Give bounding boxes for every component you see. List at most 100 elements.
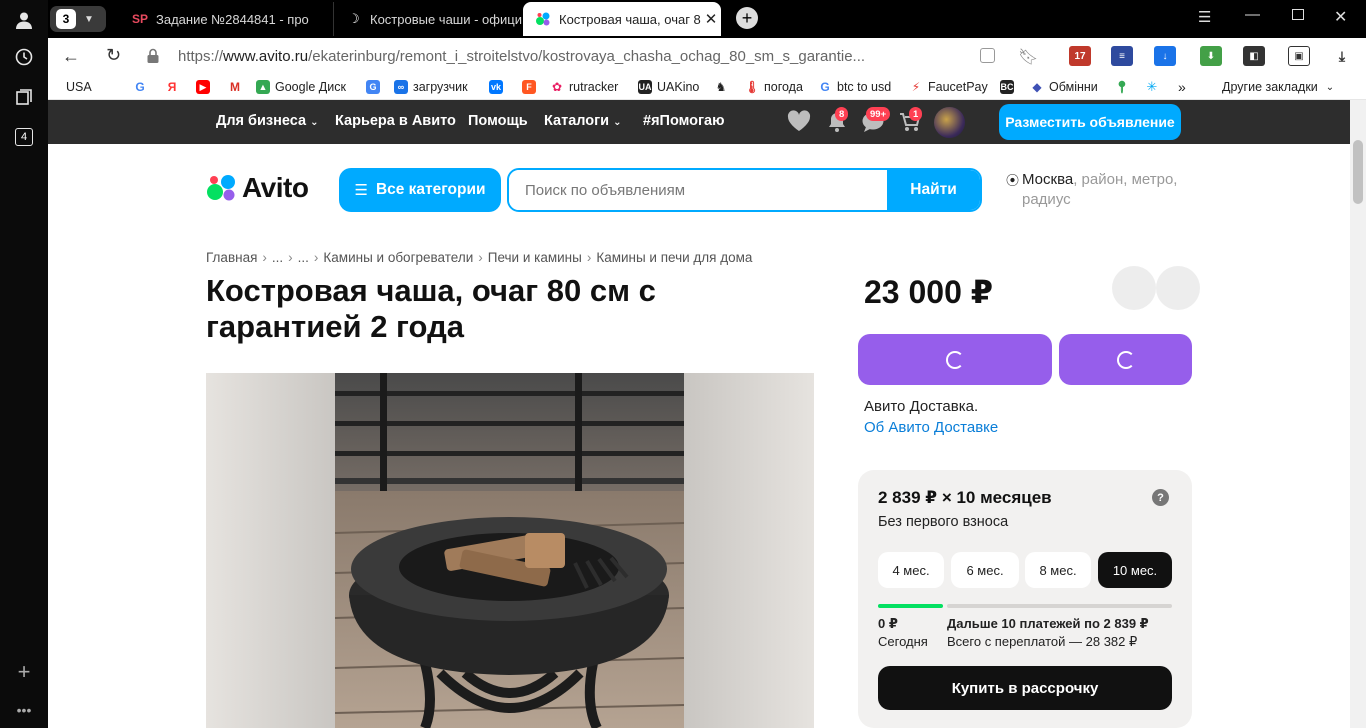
more-icon[interactable]: ••• xyxy=(12,698,36,722)
download-manager-icon[interactable]: ⤓ xyxy=(1331,46,1353,66)
scrollbar-thumb[interactable] xyxy=(1353,140,1363,204)
term-6-months[interactable]: 6 мес. xyxy=(951,552,1019,588)
nav-help-tag[interactable]: #яПомогаю xyxy=(643,113,725,129)
listing-photo[interactable] xyxy=(335,373,684,728)
bookmark-vk[interactable]: vk xyxy=(489,79,508,95)
search-input[interactable] xyxy=(509,170,889,210)
bookmark-usa[interactable]: USA xyxy=(66,79,92,95)
back-arrow-icon[interactable]: ← xyxy=(62,46,80,67)
bookmark-usa-label: USA xyxy=(66,80,92,94)
bookmark-chess[interactable]: ♞ xyxy=(714,79,733,95)
bookmark-bc[interactable]: BC xyxy=(1000,79,1019,95)
breadcrumb-fireplaces-heaters[interactable]: Камины и обогреватели xyxy=(323,250,473,265)
bookmark-weather[interactable]: 🌡︎ погода xyxy=(744,79,803,95)
browser-side-rail: 4 + ••• xyxy=(0,0,48,728)
bookmark-faucetpay[interactable]: ⚡ FaucetPay xyxy=(909,79,988,95)
exchange-icon: ◆ xyxy=(1030,80,1044,94)
bookmark-loader[interactable]: ∞ загрузчик xyxy=(394,79,468,95)
reader-mode-icon[interactable] xyxy=(980,48,995,63)
nav-business[interactable]: Для бизнеса ⌄ xyxy=(216,113,318,129)
download-extension-icon[interactable]: ↓ xyxy=(1154,46,1176,66)
add-icon[interactable]: + xyxy=(12,659,36,684)
share-placeholder-button[interactable] xyxy=(1156,266,1200,310)
term-4-months[interactable]: 4 мес. xyxy=(878,552,944,588)
extensions-icon[interactable]: ▣ xyxy=(1288,46,1310,66)
favorites-heart-icon[interactable] xyxy=(787,110,811,137)
all-categories-button[interactable]: ☰ Все категории xyxy=(339,168,501,212)
bookmark-rutracker[interactable]: ✿ rutracker xyxy=(550,79,618,95)
breadcrumb-home-fireplaces[interactable]: Камины и печи для дома xyxy=(596,250,752,265)
bookmark-google-drive[interactable]: ▲ Google Диск xyxy=(256,79,346,95)
breadcrumb-home[interactable]: Главная xyxy=(206,250,257,265)
asterisk-icon: ✳ xyxy=(1145,79,1159,94)
bc-icon: BC xyxy=(1000,80,1014,94)
bookmark-icon[interactable]: 🔖︎ xyxy=(1018,47,1038,67)
bookmark-star[interactable]: ✳ xyxy=(1145,79,1164,95)
page-viewport: Для бизнеса ⌄ Карьера в Авито Помощь Кат… xyxy=(48,100,1350,728)
page-scrollbar[interactable] xyxy=(1350,100,1366,728)
search-button[interactable]: Найти xyxy=(887,170,980,210)
history-icon[interactable] xyxy=(12,45,36,69)
bookmark-gmail[interactable]: M xyxy=(228,79,247,95)
installment-headline: 2 839 ₽ × 10 месяцев xyxy=(878,488,1052,507)
bookmark-maps[interactable]: 📍︎ xyxy=(1114,79,1134,95)
bookmark-yandex[interactable]: Я xyxy=(165,79,184,95)
term-8-months[interactable]: 8 мес. xyxy=(1025,552,1091,588)
nav-catalogs[interactable]: Каталоги ⌄ xyxy=(544,113,622,129)
close-window-icon[interactable]: ✕ xyxy=(1334,7,1347,27)
primary-action-button-loading[interactable] xyxy=(858,334,1052,385)
post-ad-button[interactable]: Разместить объявление xyxy=(999,104,1181,140)
bookmark-exchange[interactable]: ◆ Обмінни xyxy=(1030,79,1098,95)
messages-badge: 99+ xyxy=(866,107,891,121)
bookmark-uakino[interactable]: UA UAKino xyxy=(638,79,699,95)
tab-2[interactable]: ☽ Костровые чаши - офици xyxy=(333,2,523,36)
user-avatar[interactable] xyxy=(934,107,965,138)
lock-icon[interactable] xyxy=(146,48,160,64)
breadcrumb-collapsed-2[interactable]: ... xyxy=(298,250,309,265)
loader-icon: ∞ xyxy=(394,80,408,94)
term-10-months-selected[interactable]: 10 мес. xyxy=(1098,552,1172,588)
faucetpay-icon: ⚡ xyxy=(909,80,923,94)
other-bookmarks[interactable]: Другие закладки ⌄ xyxy=(1222,79,1334,95)
tab-count-button[interactable]: 3 ▼ xyxy=(50,6,106,32)
restore-icon[interactable] xyxy=(1292,9,1304,20)
reload-icon[interactable]: ↻ xyxy=(106,45,121,66)
new-tab-icon[interactable]: + xyxy=(736,7,758,29)
bookmark-youtube[interactable]: ▶ xyxy=(196,79,215,95)
breadcrumb-collapsed-1[interactable]: ... xyxy=(272,250,283,265)
breadcrumb-stoves[interactable]: Печи и камины xyxy=(488,250,582,265)
bookmark-google[interactable]: G xyxy=(133,79,152,95)
puzzle-extension-icon[interactable]: ◧ xyxy=(1243,46,1265,66)
tab-group-number: 4 xyxy=(15,128,33,146)
bookmarks-overflow-icon[interactable]: » xyxy=(1178,79,1186,95)
avito-logo[interactable]: Avito xyxy=(206,172,309,204)
bookmark-btc[interactable]: Gbtc to usd xyxy=(818,79,891,95)
loading-spinner-icon xyxy=(1116,350,1135,369)
breadcrumb-separator: › xyxy=(288,250,293,265)
favorite-placeholder-button[interactable] xyxy=(1112,266,1156,310)
secondary-action-button-loading[interactable] xyxy=(1059,334,1192,385)
calendar-extension-date: 17 xyxy=(1074,50,1086,62)
close-tab-icon[interactable]: ✕ xyxy=(701,10,721,28)
calendar-extension-icon[interactable]: 17 xyxy=(1069,46,1091,66)
collections-icon[interactable] xyxy=(12,85,36,109)
tab-3-active[interactable]: Костровая чаша, очаг 80 ✕ xyxy=(523,2,721,36)
profile-icon[interactable] xyxy=(12,8,36,32)
tab-1[interactable]: SP Задание №2844841 - про xyxy=(120,2,330,36)
location-selector[interactable]: ⦿ Москва, район, метро, радиус xyxy=(1006,170,1188,210)
menu-icon[interactable]: ☰ xyxy=(1198,8,1211,26)
tab-group-counter[interactable]: 4 xyxy=(12,125,36,149)
nav-help[interactable]: Помощь xyxy=(468,113,528,129)
delivery-link[interactable]: Об Авито Доставке xyxy=(864,419,998,436)
bookmark-drive-label: Google Диск xyxy=(275,80,346,94)
photo-gallery[interactable] xyxy=(206,373,814,728)
question-icon[interactable]: ? xyxy=(1152,489,1169,506)
flag-extension-icon[interactable]: ≡ xyxy=(1111,46,1133,66)
bookmark-f[interactable]: F xyxy=(522,79,541,95)
nav-career[interactable]: Карьера в Авито xyxy=(335,113,456,129)
url-field[interactable]: https://www.avito.ru/ekaterinburg/remont… xyxy=(178,42,958,70)
bookmark-translate[interactable]: G xyxy=(366,79,385,95)
download-green-extension-icon[interactable]: ⬇ xyxy=(1200,46,1222,66)
buy-installment-button[interactable]: Купить в рассрочку xyxy=(878,666,1172,710)
minimize-icon[interactable]: — xyxy=(1245,6,1260,23)
